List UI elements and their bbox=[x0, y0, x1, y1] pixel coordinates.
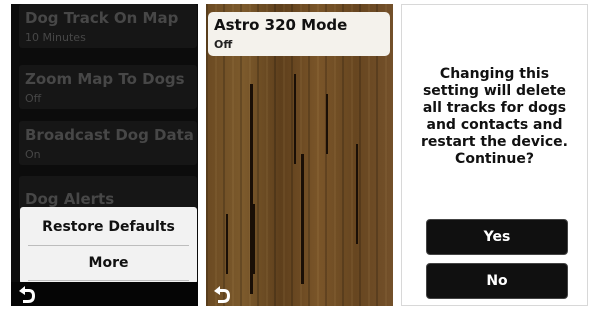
setting-dog-track-on-map[interactable]: Dog Track On Map 10 Minutes bbox=[19, 4, 197, 48]
message-line: and contacts and bbox=[426, 117, 563, 133]
confirm-dialog-screen: Changing this setting will delete all tr… bbox=[401, 4, 588, 306]
message-line: Changing this bbox=[439, 66, 550, 82]
yes-button[interactable]: Yes bbox=[426, 219, 568, 255]
back-arrow-icon[interactable] bbox=[211, 285, 233, 305]
message-line: setting will delete bbox=[422, 83, 567, 99]
more-button[interactable]: More bbox=[20, 255, 197, 271]
options-menu: Restore Defaults More bbox=[20, 207, 197, 284]
setting-title: Zoom Map To Dogs bbox=[25, 70, 185, 88]
setting-value: Off bbox=[25, 92, 42, 105]
setting-value: 10 Minutes bbox=[25, 31, 86, 44]
bottom-bar bbox=[11, 282, 198, 306]
setting-title: Dog Alerts bbox=[25, 190, 115, 208]
restore-defaults-button[interactable]: Restore Defaults bbox=[20, 219, 197, 235]
dialog-message: Changing this setting will delete all tr… bbox=[408, 66, 581, 168]
astro-mode-screen: Astro 320 Mode Off bbox=[206, 4, 393, 306]
setting-title: Broadcast Dog Data bbox=[25, 126, 194, 144]
message-line: all tracks for dogs bbox=[422, 100, 567, 116]
setting-value: Off bbox=[214, 38, 233, 51]
setting-broadcast-dog-data[interactable]: Broadcast Dog Data On bbox=[19, 121, 197, 165]
dog-settings-screen: Dog Track On Map 10 Minutes Zoom Map To … bbox=[11, 4, 198, 306]
setting-title: Dog Track On Map bbox=[25, 9, 179, 27]
back-arrow-icon[interactable] bbox=[16, 285, 38, 305]
bottom-bar bbox=[206, 282, 393, 306]
setting-title: Astro 320 Mode bbox=[214, 16, 348, 34]
menu-divider bbox=[28, 245, 189, 246]
no-button[interactable]: No bbox=[426, 263, 568, 299]
menu-divider bbox=[28, 280, 189, 281]
setting-value: On bbox=[25, 148, 41, 161]
setting-zoom-map-to-dogs[interactable]: Zoom Map To Dogs Off bbox=[19, 65, 197, 109]
message-line: restart the device. bbox=[421, 134, 568, 150]
message-line: Continue? bbox=[455, 151, 534, 167]
astro-320-mode-setting[interactable]: Astro 320 Mode Off bbox=[208, 12, 390, 56]
